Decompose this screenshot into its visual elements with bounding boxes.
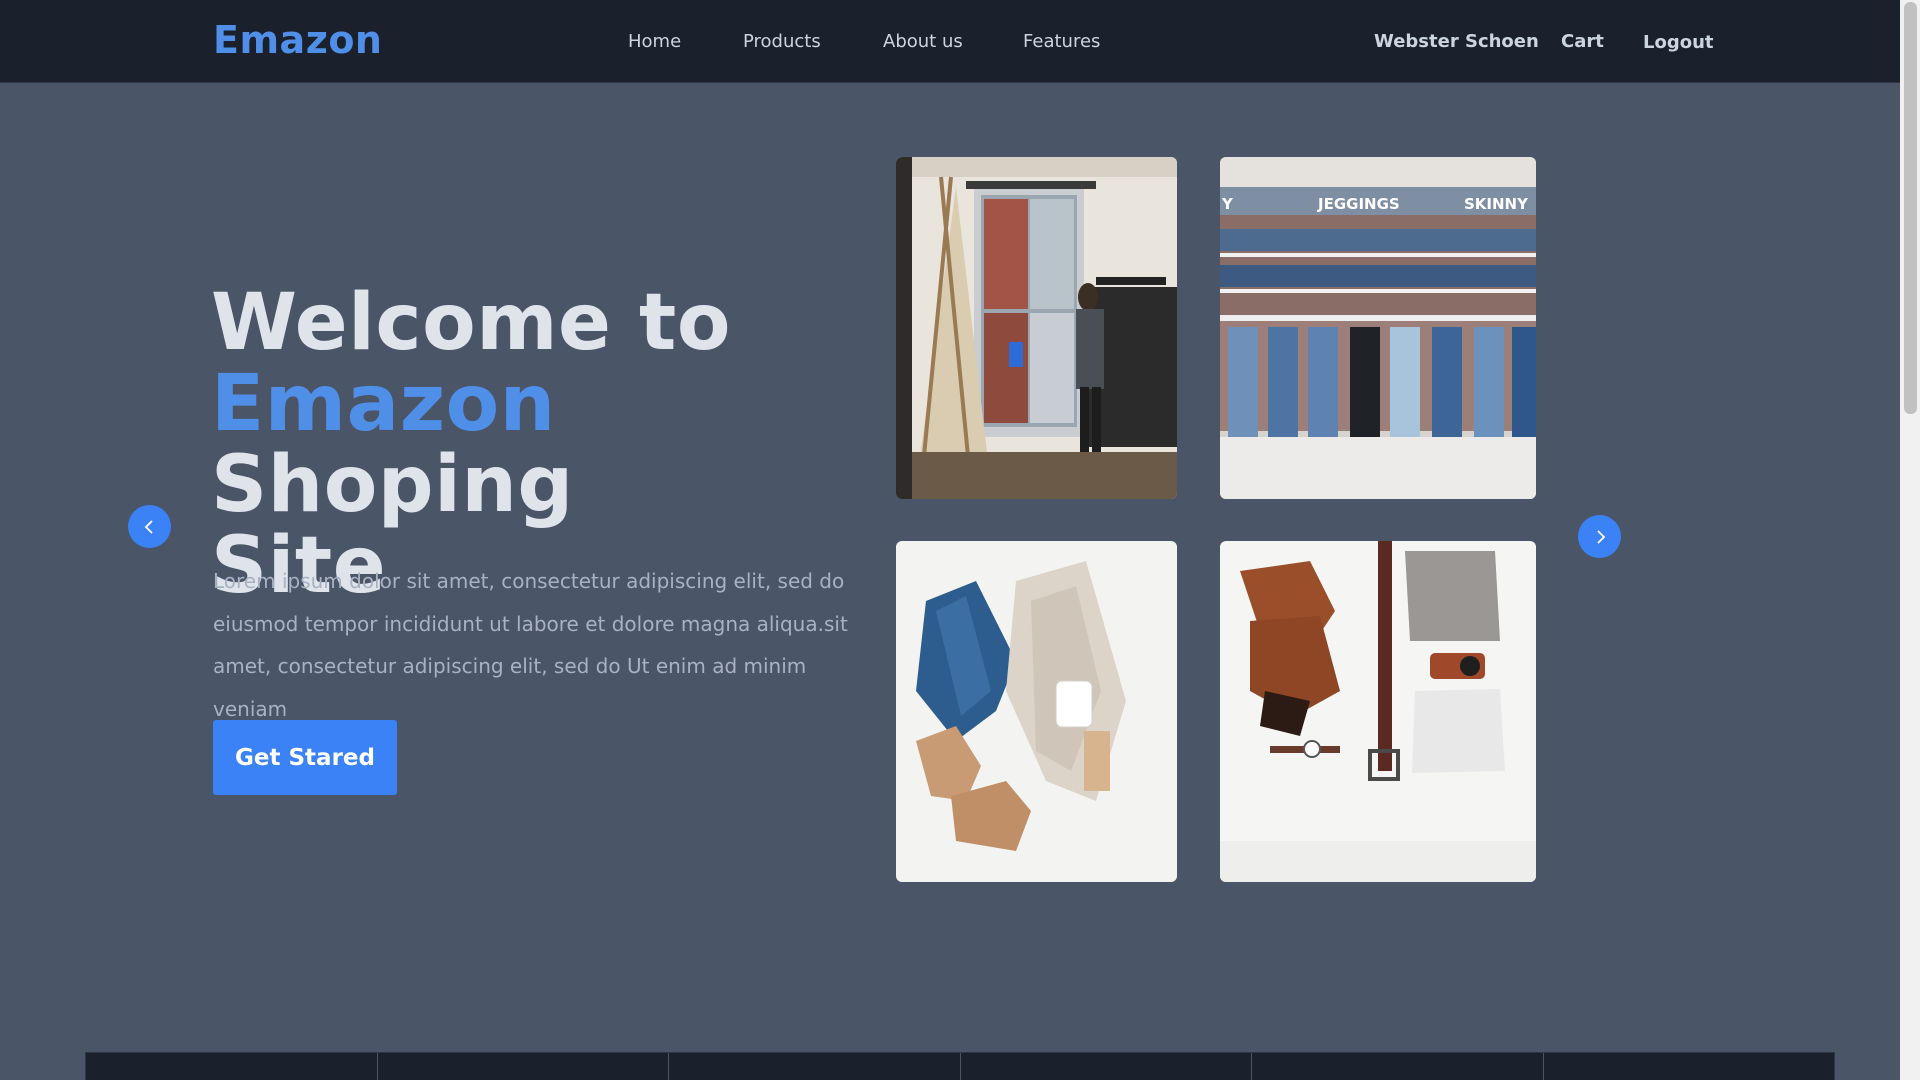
chevron-left-icon (144, 519, 153, 534)
features-cell (378, 1053, 669, 1080)
carousel-next-button[interactable] (1578, 515, 1621, 558)
store-sign-y: Y (1221, 195, 1234, 213)
scrollbar-thumb[interactable] (1904, 2, 1917, 414)
hero-title-rest: Shoping (211, 440, 574, 530)
get-started-button[interactable]: Get Stared (213, 720, 397, 795)
features-cell (669, 1053, 961, 1080)
logout-link[interactable]: Logout (1643, 32, 1714, 53)
hero-description: Lorem ipsum dolor sit amet, consectetur … (213, 569, 848, 721)
gallery-image-flatlay-mens (1220, 541, 1536, 882)
store-sign-skinny: SKINNY (1464, 195, 1529, 213)
page-scrollbar[interactable] (1900, 0, 1920, 1080)
nav-link-home[interactable]: Home (628, 31, 681, 52)
features-strip (85, 1052, 1835, 1080)
hero-title-line1: Welcome to (211, 278, 731, 368)
nav-link-features[interactable]: Features (1023, 31, 1100, 52)
store-sign-jeggings: JEGGINGS (1317, 195, 1400, 213)
features-cell (1544, 1053, 1835, 1080)
features-cell (86, 1053, 378, 1080)
navbar: Emazon Home Products About us Features W… (0, 0, 1900, 83)
brand-logo[interactable]: Emazon (213, 18, 382, 62)
features-cell (1252, 1053, 1544, 1080)
user-name-link[interactable]: Webster Schoen (1374, 31, 1539, 52)
chevron-right-icon (1596, 529, 1605, 544)
nav-link-about-us[interactable]: About us (883, 31, 963, 52)
gallery-image-jeans-store: Y JEGGINGS SKINNY (1220, 157, 1536, 499)
hero-title: Welcome to Emazon Shoping Site (211, 283, 871, 607)
carousel-prev-button[interactable] (128, 505, 171, 548)
features-cell (961, 1053, 1252, 1080)
gallery-image-flatlay-outfit (896, 541, 1177, 882)
hero-title-accent: Emazon (211, 359, 556, 449)
cart-link[interactable]: Cart (1561, 31, 1604, 52)
nav-link-products[interactable]: Products (743, 31, 821, 52)
gallery-image-boutique (896, 157, 1177, 499)
